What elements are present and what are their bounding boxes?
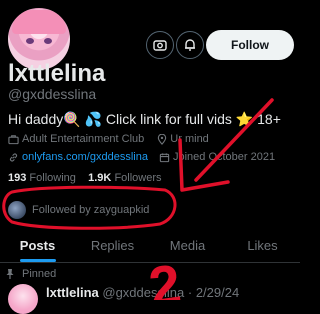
profile-location: Ur mind: [170, 133, 209, 145]
location-pin-icon: [158, 133, 167, 145]
tab-likes[interactable]: Likes: [225, 234, 300, 262]
tab-media[interactable]: Media: [150, 234, 225, 262]
profile-bio: Hi daddy🍭 💦 Click link for full vids ⭐ 1…: [8, 111, 281, 127]
tab-likes-label: Likes: [247, 238, 278, 253]
followers-label: Followers: [114, 172, 162, 184]
tab-replies[interactable]: Replies: [75, 234, 150, 262]
post-header: lxttlelina @gxddesslina · 2/29/24: [46, 285, 239, 300]
more-options-button[interactable]: [146, 31, 174, 59]
followed-by-row[interactable]: Followed by zayguapkid: [8, 201, 149, 219]
followers-count: 1.9K: [88, 172, 112, 184]
avatar-hair: [12, 10, 66, 34]
profile-display-name: lxttlelina: [8, 60, 106, 87]
annotation-arrow-head: [178, 138, 230, 192]
profile-handle: @gxddesslina: [8, 86, 97, 102]
profile-website-link[interactable]: onlyfans.com/gxddesslina: [22, 151, 148, 163]
post-author-avatar[interactable]: [8, 284, 38, 314]
notification-bell-icon: [185, 39, 195, 51]
profile-category: Adult Entertainment Club: [22, 133, 145, 145]
followed-by-text: Followed by zayguapkid: [32, 204, 150, 216]
tab-divider: [0, 262, 300, 263]
link-icon: [9, 152, 18, 162]
profile-tabs: Posts Replies Media Likes: [0, 234, 300, 262]
post-author-handle: @gxddesslina: [102, 285, 185, 300]
tab-media-label: Media: [169, 238, 206, 253]
following-label: Following: [29, 172, 76, 184]
notifications-button[interactable]: [176, 31, 204, 59]
following-link[interactable]: 193 Following: [8, 172, 76, 184]
profile-stats: 193 Following 1.9K Followers: [8, 172, 162, 184]
post-separator: ·: [187, 285, 193, 300]
calendar-icon: [159, 152, 170, 162]
follow-button[interactable]: Follow: [206, 30, 294, 60]
tab-replies-label: Replies: [90, 238, 135, 253]
follower-avatar: [8, 201, 26, 219]
following-count: 193: [8, 172, 27, 184]
more-options-icon: [153, 40, 167, 51]
post-author-name[interactable]: lxttlelina: [46, 285, 99, 300]
avatar-eye-left: [26, 38, 34, 44]
followers-link[interactable]: 1.9K Followers: [88, 172, 161, 184]
briefcase-icon: [8, 134, 19, 144]
post-date: 2/29/24: [195, 285, 240, 300]
pinned-label: Pinned: [22, 268, 57, 280]
tab-posts-label: Posts: [19, 238, 56, 253]
profile-meta-row-2: onlyfans.com/gxddesslina Joined October …: [8, 151, 275, 163]
avatar-eye-right: [44, 38, 52, 44]
pin-icon: [6, 269, 14, 279]
profile-meta-row-1: Adult Entertainment Club Ur mind: [8, 133, 209, 145]
profile-joined-date: Joined October 2021: [172, 151, 276, 163]
tab-posts[interactable]: Posts: [0, 234, 75, 262]
